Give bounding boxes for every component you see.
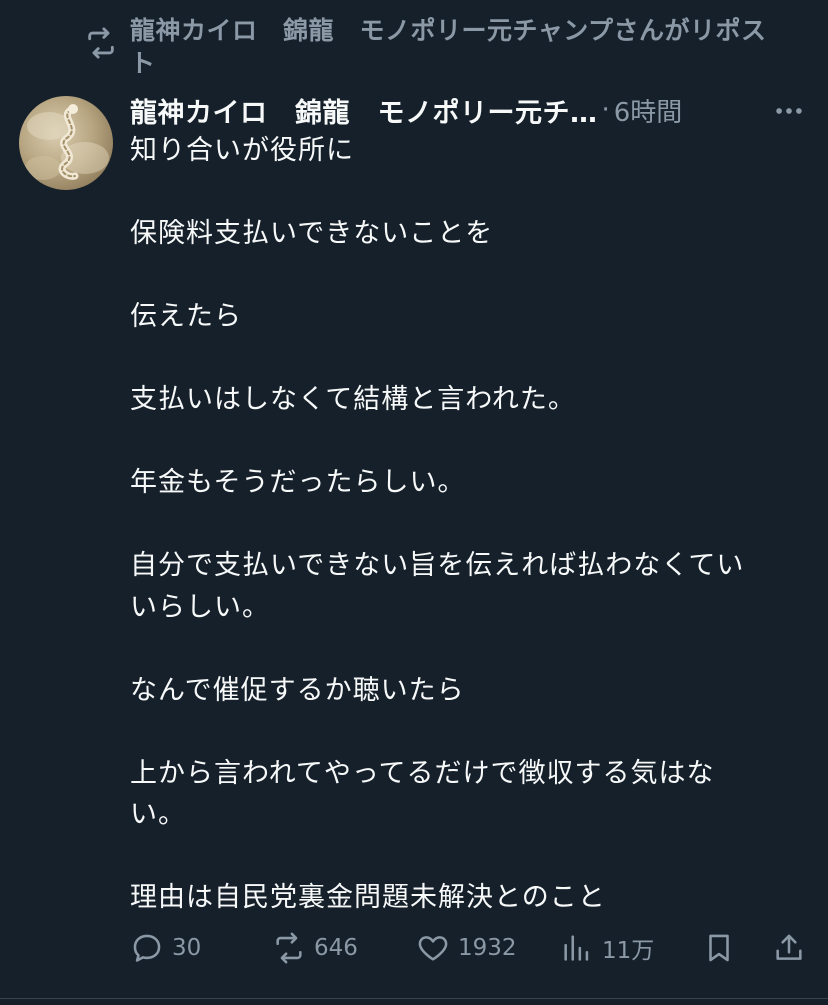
timestamp[interactable]: 6時間 [614,92,683,129]
tweet-header: 龍神カイロ 錦龍 モノポリー元チ… · 6時間 [130,88,810,132]
tweet-line [130,711,800,753]
reply-icon [133,934,161,962]
repost-icon [88,27,114,59]
repost-label: 龍神カイロ 錦龍 モノポリー元チャンプさんがリポスト [130,16,767,78]
dragon-avatar [25,104,109,180]
like-button[interactable]: 1932 [416,926,517,970]
tweet-line [130,172,800,214]
bookmark-icon [709,934,729,962]
action-bar: 30 646 1932 11万 [130,926,810,970]
divider [0,998,828,999]
tweet-line [130,504,800,546]
tweet-line: 保険料支払いできないことを [130,218,494,249]
views-button[interactable]: 11万 [560,926,654,970]
repost-count: 646 [314,935,358,961]
share-button[interactable] [772,926,806,970]
tweet-text: 知り合いが役所に 保険料支払いできないことを 伝えたら 支払いはしなくて結構と言… [130,130,800,919]
views-count: 11万 [602,938,655,964]
tweet-line: 理由は自民党裏金問題未解決とのこと [130,882,606,913]
heart-icon [418,936,448,961]
repost-context[interactable]: 龍神カイロ 錦龍 モノポリー元チャンプさんがリポスト [84,14,784,80]
reply-count: 30 [172,935,202,961]
tweet-line [130,836,800,878]
tweet-line: なんで催促するか聴いたら [130,674,465,706]
more-icon[interactable] [772,94,806,128]
tweet-line [130,255,800,297]
tweet-line [130,338,800,380]
share-icon [776,934,802,960]
tweet-line: 知り合いが役所に [130,135,354,166]
separator-dot: · [601,95,610,125]
display-name[interactable]: 龍神カイロ 錦龍 モノポリー元チ… [130,91,598,130]
tweet-line [130,421,800,463]
tweet-line: 伝えたら [130,301,242,332]
tweet-line: 上から言われてやってるだけで徴収する気はな い。 [130,757,715,831]
reply-button[interactable]: 30 [130,926,201,970]
repost-icon [276,932,302,964]
like-count: 1932 [458,935,517,961]
views-icon [564,935,589,961]
bookmark-button[interactable] [702,926,736,970]
tweet-line: 自分で支払いできない旨を伝えれば払わなくてい いらしい。 [130,550,745,623]
repost-button[interactable]: 646 [272,926,358,970]
tweet-line [130,628,800,670]
avatar[interactable] [19,96,113,190]
tweet-line: 年金もそうだったらしい。 [130,467,466,498]
tweet-line: 支払いはしなくて結構と言われた。 [130,384,576,415]
